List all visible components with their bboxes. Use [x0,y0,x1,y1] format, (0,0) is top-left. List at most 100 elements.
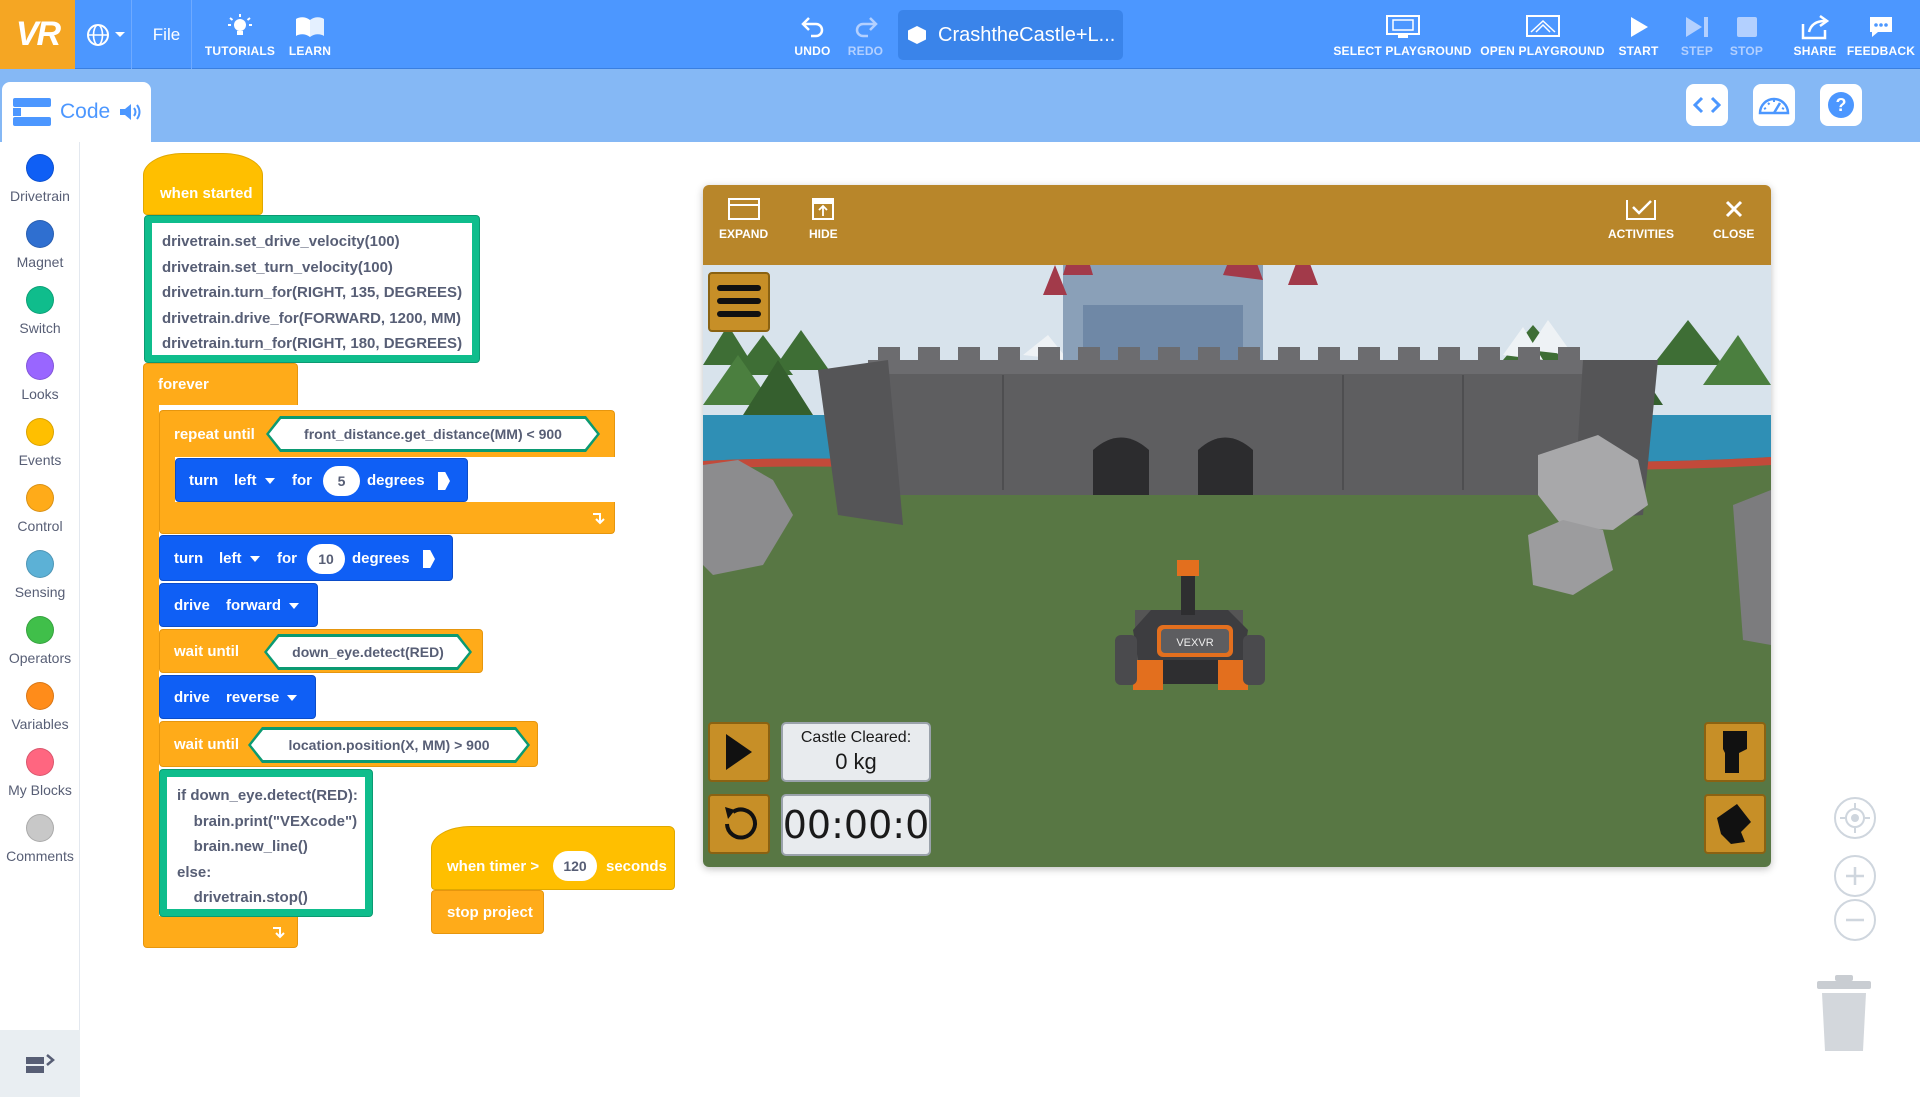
category-sensing[interactable]: Sensing [0,550,80,610]
category-my-blocks[interactable]: My Blocks [0,748,80,808]
help-button[interactable]: ? [1820,84,1862,126]
category-events[interactable]: Events [0,418,80,478]
reset-icon [725,807,757,840]
category-magnet[interactable]: Magnet [0,220,80,280]
menu-bar: VR File TUTORIALS LEARN UNDO REDO Crasht… [0,0,1920,69]
castle-cleared-panel: Castle Cleared: 0 kg [781,722,931,782]
language-menu[interactable] [80,0,132,69]
redo-button[interactable]: REDO [843,0,888,69]
turn-direction-dropdown[interactable]: left [219,550,260,567]
learn-button[interactable]: LEARN [285,0,335,69]
tab-code[interactable]: Code [2,82,151,142]
category-looks[interactable]: Looks [0,352,80,412]
recenter-button[interactable] [1834,797,1876,839]
wait-until-block[interactable]: wait until down_eye.detect(RED) [159,629,483,673]
code-viewer-button[interactable] [1686,84,1728,126]
close-button[interactable]: CLOSE [1713,197,1754,241]
drive-direction-dropdown[interactable]: forward [226,597,299,614]
cube-icon [908,26,926,44]
stop-project-block[interactable]: stop project [431,890,544,934]
forever-block[interactable]: forever [143,363,298,405]
file-menu[interactable]: File [142,0,192,69]
project-title[interactable]: CrashtheCastle+L... [898,10,1123,60]
category-operators[interactable]: Operators [0,616,80,676]
castle-cleared-label: Castle Cleared: [800,729,912,746]
hide-button[interactable]: HIDE [809,197,838,241]
drive-label: drive [174,689,210,706]
select-playground-button[interactable]: SELECT PLAYGROUND [1333,0,1471,69]
scene-play-button[interactable] [708,722,770,782]
learn-label: LEARN [288,43,332,58]
category-comments[interactable]: Comments [0,814,80,874]
category-switch[interactable]: Switch [0,286,80,346]
wait-condition-input[interactable]: location.position(X, MM) > 900 [251,730,527,760]
category-dot [26,550,54,578]
when-timer-label: when timer > [447,858,540,875]
category-dot [26,484,54,512]
repeat-condition-input[interactable]: front_distance.get_distance(MM) < 900 [269,419,597,449]
turn-direction-dropdown[interactable]: left [234,472,275,489]
turn-degrees-input[interactable]: 10 [307,544,345,574]
undo-button[interactable]: UNDO [790,0,835,69]
expand-button[interactable]: EXPAND [719,197,768,241]
start-label: START [1618,43,1659,58]
python-code-text[interactable]: if down_eye.detect(RED): brain.print("VE… [167,777,365,909]
category-label: Sensing [14,584,66,600]
category-control[interactable]: Control [0,484,80,544]
camera-view-button[interactable] [1704,722,1766,782]
flag-icon [438,472,450,490]
timer-display: 00:00:0 [782,803,930,847]
step-button[interactable]: STEP [1672,0,1722,69]
trash-can[interactable] [1815,975,1873,1053]
turn-left-10-block[interactable]: turn left for 10 degrees [159,535,453,581]
open-playground-button[interactable]: OPEN PLAYGROUND [1480,0,1605,69]
drive-reverse-block[interactable]: drive reverse [159,675,316,719]
wait-until-label: wait until [174,736,239,753]
camera-angle-icon [1717,804,1751,844]
book-icon [296,16,324,37]
forever-footer [143,916,298,948]
share-button[interactable]: SHARE [1790,0,1840,69]
feedback-button[interactable]: FEEDBACK [1846,0,1916,69]
when-timer-block[interactable]: when timer > 120 seconds [431,826,675,890]
category-label: Variables [11,716,69,732]
turn-left-5-block[interactable]: turn left for 5 degrees [175,458,468,502]
start-button[interactable]: START [1615,0,1662,69]
category-label: My Blocks [8,782,72,798]
extensions-button[interactable] [0,1030,80,1097]
wait-until-block[interactable]: wait until location.position(X, MM) > 90… [159,721,538,767]
python-code-block[interactable]: if down_eye.detect(RED): brain.print("VE… [159,769,373,917]
for-label: for [277,550,297,567]
flag-icon [423,550,435,568]
trash-icon [1817,975,1871,1051]
python-code-block[interactable]: drivetrain.set_drive_velocity(100) drive… [144,215,480,363]
turn-degrees-input[interactable]: 5 [323,466,360,496]
timer-seconds-input[interactable]: 120 [553,851,597,881]
zoom-in-icon [1846,867,1864,885]
category-drivetrain[interactable]: Drivetrain [0,154,80,214]
vr-logo[interactable]: VR [0,0,75,69]
repeat-footer [159,502,615,534]
zoom-out-button[interactable] [1834,899,1876,941]
robot-label: VEXVR [1176,637,1213,649]
python-code-text[interactable]: drivetrain.set_drive_velocity(100) drive… [152,223,472,355]
speaker-icon[interactable] [118,102,142,122]
zoom-in-button[interactable] [1834,855,1876,897]
category-label: Looks [21,386,59,402]
repeat-until-block[interactable]: repeat until front_distance.get_distance… [159,410,615,457]
category-label: Control [17,518,63,534]
tutorials-button[interactable]: TUTORIALS [205,0,275,69]
drive-forward-block[interactable]: drive forward [159,583,318,627]
playground-icon [1525,14,1560,37]
play-icon [726,734,752,770]
wait-condition-input[interactable]: down_eye.detect(RED) [267,637,469,667]
drive-direction-dropdown[interactable]: reverse [226,689,297,706]
stop-button[interactable]: STOP [1723,0,1770,69]
scene-reset-button[interactable] [708,794,770,854]
dashboard-button[interactable] [1753,84,1795,126]
scene-menu-button[interactable] [708,272,770,332]
when-started-block[interactable]: when started [143,153,263,215]
category-variables[interactable]: Variables [0,682,80,742]
activities-button[interactable]: ACTIVITIES [1608,197,1674,241]
camera-angle-button[interactable] [1704,794,1766,854]
